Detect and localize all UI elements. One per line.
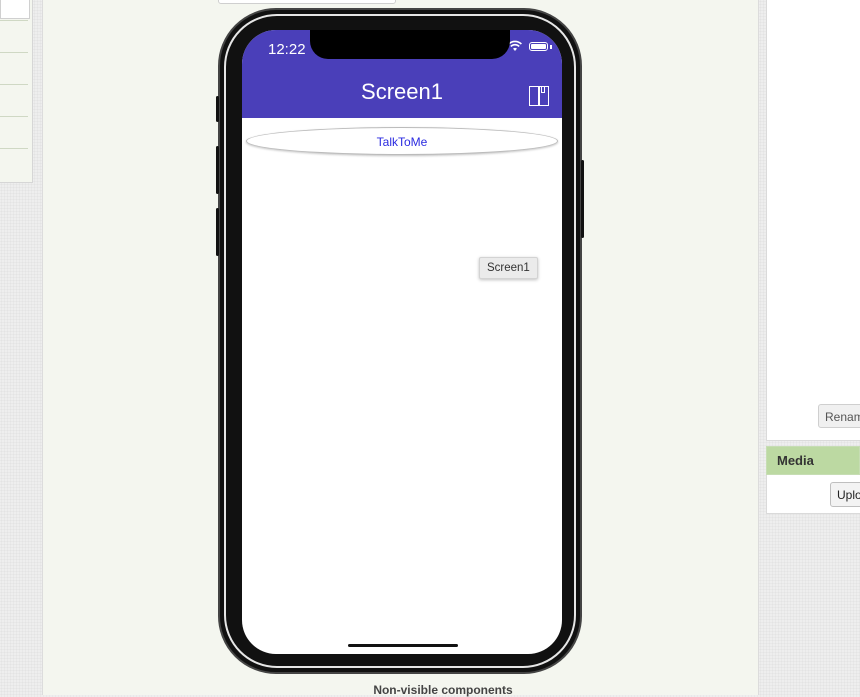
screen-title: Screen1	[361, 79, 443, 104]
palette-item[interactable]	[0, 148, 28, 179]
power-button	[581, 160, 584, 238]
home-indicator	[348, 644, 458, 647]
phone-screen[interactable]: 12:22 Screen1 TalkToMe Screen1	[242, 30, 562, 654]
palette-search-stub[interactable]	[0, 0, 30, 19]
palette-item[interactable]	[0, 52, 28, 83]
palette-item[interactable]	[0, 84, 28, 115]
screen-tooltip-chip: Screen1	[479, 257, 538, 279]
volume-down-button	[216, 208, 219, 256]
upload-file-button[interactable]: Uplo	[830, 482, 860, 507]
volume-up-button	[216, 146, 219, 194]
mute-switch	[216, 96, 219, 122]
palette-item[interactable]	[0, 20, 28, 51]
battery-tip	[550, 45, 552, 49]
media-header: Media	[766, 446, 860, 475]
device-size-dropdown[interactable]	[218, 0, 396, 4]
rename-button[interactable]: Renam	[818, 404, 860, 428]
palette-panel	[0, 0, 33, 183]
book-icon[interactable]	[529, 86, 549, 106]
status-icons	[508, 40, 554, 54]
palette-item[interactable]	[0, 116, 28, 147]
wifi-icon	[508, 40, 522, 55]
phone-notch	[310, 30, 510, 59]
status-time: 12:22	[268, 41, 306, 58]
talk-to-me-button[interactable]: TalkToMe	[246, 127, 558, 155]
battery-icon	[529, 42, 548, 51]
components-panel	[766, 0, 860, 441]
